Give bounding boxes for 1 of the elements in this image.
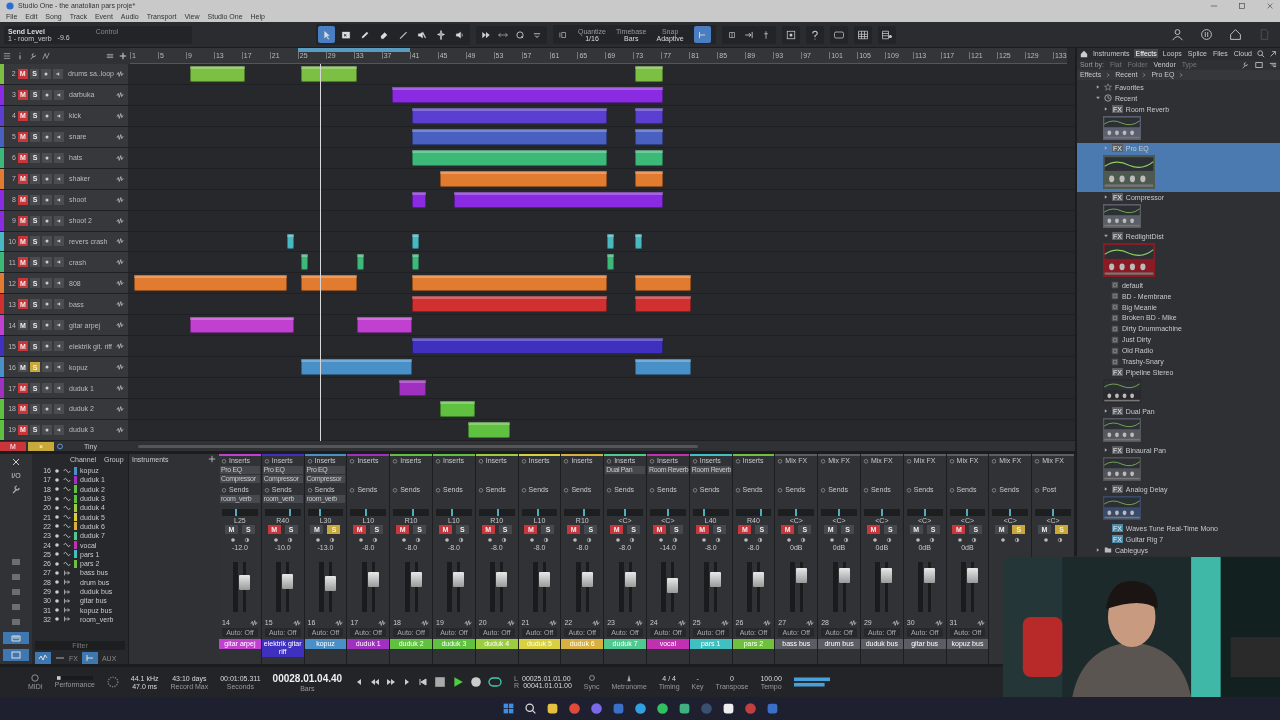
position-display: 00028.01.04.40 (272, 672, 343, 684)
